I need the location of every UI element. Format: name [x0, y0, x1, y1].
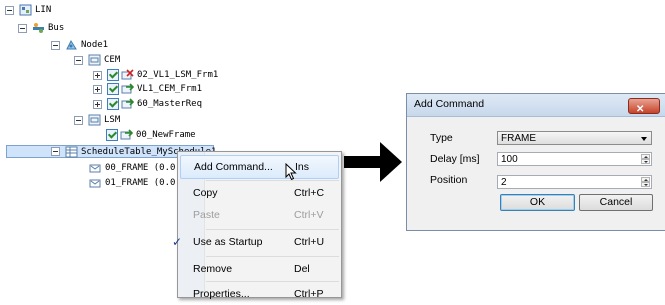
close-button[interactable]: ✕	[628, 98, 660, 115]
position-input-value: 2	[501, 177, 507, 188]
expand-icon[interactable]	[93, 99, 102, 109]
type-label: Type	[430, 132, 453, 144]
tree-node-lin[interactable]: LIN	[5, 3, 51, 17]
position-spinner[interactable]	[641, 177, 650, 187]
menu-item-label: Remove	[193, 263, 233, 275]
tree-node-label: 02_VL1_LSM_Frm1	[137, 70, 219, 80]
menu-item-properties[interactable]: Properties... Ctrl+P	[180, 283, 339, 305]
network-icon	[19, 4, 32, 16]
menu-separator	[206, 281, 339, 282]
type-select-value: FRAME	[501, 133, 536, 144]
menu-separator	[206, 180, 339, 181]
bus-icon	[33, 23, 44, 33]
menu-item-shortcut: Del	[294, 263, 310, 275]
add-command-dialog: Add Command ✕ Type FRAME Delay [ms] 100 …	[406, 93, 665, 231]
collapse-icon[interactable]	[74, 115, 83, 125]
menu-item-remove[interactable]: Remove Del	[180, 258, 339, 280]
rx-frame-icon	[121, 69, 134, 80]
menu-item-label: Properties...	[193, 288, 250, 300]
tx-frame-icon	[121, 83, 134, 94]
menu-item-paste[interactable]: Paste Ctrl+V	[180, 204, 339, 226]
frame-entry-icon	[89, 164, 101, 173]
collapse-icon[interactable]	[74, 55, 83, 65]
tree-node-label: LSM	[104, 115, 121, 125]
tree-node-label: Bus	[48, 23, 65, 33]
tree-node-node1[interactable]: Node1	[51, 38, 108, 52]
tx-frame-icon	[121, 98, 134, 109]
cancel-button[interactable]: Cancel	[579, 194, 653, 211]
tree-node-schedule-entry[interactable]: 00_FRAME (0.0	[89, 161, 175, 175]
delay-label: Delay [ms]	[430, 153, 480, 165]
tree-node-frame[interactable]: 02_VL1_LSM_Frm1	[93, 68, 218, 82]
menu-item-shortcut: Ctrl+U	[294, 236, 325, 248]
tree-node-label: CEM	[104, 55, 121, 65]
tree-node-frame[interactable]: VL1_CEM_Frm1	[93, 82, 202, 96]
menu-separator	[206, 229, 339, 230]
context-menu: Add Command... Ins Copy Ctrl+C Paste Ctr…	[172, 151, 342, 300]
tx-frame-icon	[120, 129, 133, 140]
chevron-down-icon	[641, 137, 647, 141]
mouse-cursor-icon	[285, 163, 297, 181]
menu-item-copy[interactable]: Copy Ctrl+C	[180, 182, 339, 204]
menu-item-shortcut: Ctrl+C	[294, 187, 325, 199]
tree-node-schedule-entry[interactable]: 01_FRAME (0.0	[89, 176, 175, 190]
dialog-titlebar[interactable]: Add Command ✕	[407, 94, 665, 117]
ecu-icon	[88, 114, 101, 126]
tree-node-label: 01_FRAME (0.0	[105, 178, 176, 188]
delay-input[interactable]: 100	[497, 152, 652, 166]
menu-item-shortcut: Ctrl+P	[294, 288, 324, 300]
menu-separator	[206, 256, 339, 257]
delay-input-value: 100	[501, 154, 518, 165]
collapse-icon[interactable]	[18, 23, 27, 33]
delay-spinner[interactable]	[641, 154, 650, 164]
checkbox-checked-icon[interactable]	[107, 83, 119, 95]
schedule-table-icon	[65, 146, 78, 157]
tree-node-label: VL1_CEM_Frm1	[137, 84, 203, 94]
menu-item-shortcut: Ins	[295, 161, 310, 173]
type-select[interactable]: FRAME	[497, 131, 652, 145]
tree-node-bus[interactable]: Bus	[18, 21, 64, 35]
tree-node-label: 00_NewFrame	[136, 130, 196, 140]
tree-node-frame[interactable]: 60_MasterReq	[93, 97, 202, 111]
check-icon: ✓	[172, 235, 183, 249]
collapse-icon[interactable]	[51, 147, 60, 156]
tree-node-lsm[interactable]: LSM	[74, 113, 120, 127]
menu-item-shortcut: Ctrl+V	[294, 209, 324, 221]
tree-node-label: LIN	[35, 5, 52, 15]
frame-entry-icon	[89, 179, 101, 188]
menu-item-label: Paste	[193, 209, 220, 221]
checkbox-checked-icon[interactable]	[106, 129, 118, 141]
menu-item-label: Copy	[193, 187, 218, 199]
ok-button[interactable]: OK	[500, 194, 575, 211]
collapse-icon[interactable]	[51, 40, 60, 50]
menu-item-use-as-startup[interactable]: ✓ Use as Startup Ctrl+U	[172, 231, 339, 253]
position-label: Position	[430, 174, 468, 186]
ecu-icon	[88, 54, 101, 66]
arrow-shaft	[344, 156, 382, 168]
menu-item-label: Add Command...	[194, 161, 273, 173]
expand-icon[interactable]	[93, 70, 102, 80]
tree-node-frame[interactable]: 00_NewFrame	[106, 128, 196, 142]
collapse-icon[interactable]	[5, 5, 14, 15]
spin-down-icon[interactable]	[641, 159, 650, 164]
checkbox-checked-icon[interactable]	[107, 98, 119, 110]
tree-node-label: 00_FRAME (0.0	[105, 163, 176, 173]
arrow-right-icon	[380, 142, 402, 182]
menu-item-add-command[interactable]: Add Command... Ins	[180, 155, 339, 179]
close-icon: ✕	[636, 104, 645, 115]
expand-icon[interactable]	[93, 84, 102, 94]
position-input[interactable]: 2	[497, 175, 652, 189]
dialog-title: Add Command	[414, 98, 485, 110]
node-icon	[66, 39, 77, 50]
tree-node-label: Node1	[81, 40, 109, 50]
tree-node-label: 60_MasterReq	[137, 99, 203, 109]
spin-down-icon[interactable]	[641, 182, 650, 187]
checkbox-checked-icon[interactable]	[107, 69, 119, 81]
tree-node-cem[interactable]: CEM	[74, 53, 120, 67]
menu-item-label: Use as Startup	[193, 236, 263, 248]
